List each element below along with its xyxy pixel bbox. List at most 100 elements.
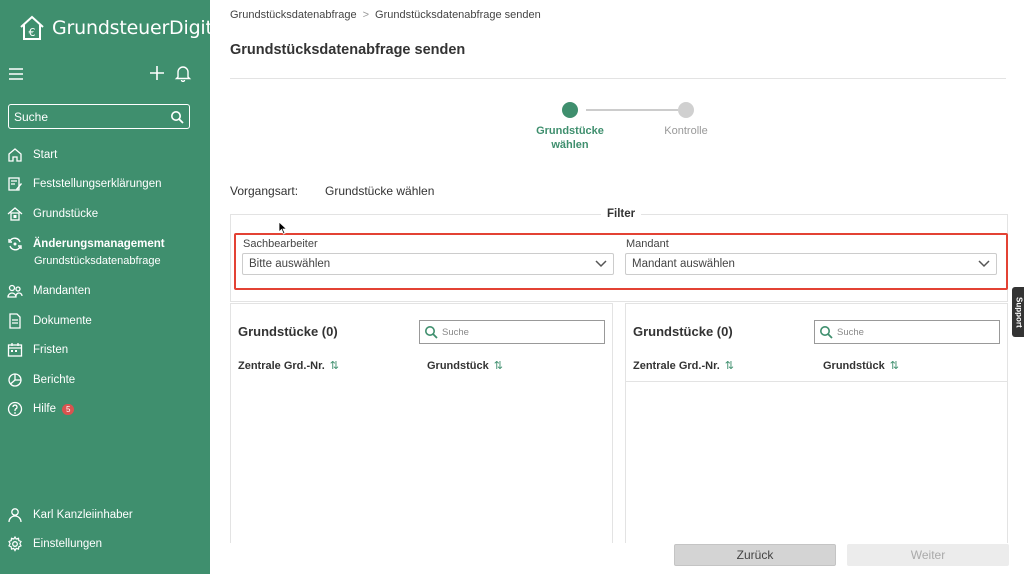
sidebar-item-fristen[interactable]: Fristen (0, 336, 210, 366)
sidebar-item-label: Mandanten (33, 285, 91, 298)
user-name: Karl Kanzleiinhaber (33, 508, 133, 521)
breadcrumb-current: Grundstücksdatenabfrage senden (375, 9, 541, 21)
divider (230, 78, 1006, 79)
search-icon (425, 326, 438, 339)
search-icon (820, 326, 833, 339)
grundstuecke-panel-left: Grundstücke (0) Suche Zentrale Grd.-Nr. … (230, 303, 613, 543)
sachbearbeiter-select[interactable]: Bitte auswählen (242, 253, 614, 275)
sort-icon[interactable]: ⇅ (890, 359, 899, 372)
sidebar-nav: Start Feststellungserklärungen Grundstüc… (0, 140, 210, 424)
next-button[interactable]: Weiter (847, 544, 1009, 566)
sidebar-item-einstellungen[interactable]: Einstellungen (0, 530, 210, 560)
sidebar-item-aenderungsmanagement[interactable]: Änderungsmanagement (0, 233, 210, 255)
step-2-label: Kontrolle (664, 125, 708, 137)
chevron-down-icon (978, 260, 990, 268)
refresh-icon (8, 237, 22, 250)
sidebar-item-label: Grundstücksdatenabfrage (34, 254, 161, 267)
column-header-zentrale-nr[interactable]: Zentrale Grd.-Nr. ⇅ (633, 359, 734, 373)
sidebar-item-label: Änderungsmanagement (33, 237, 165, 250)
breadcrumb-separator: > (362, 9, 370, 21)
sachbearbeiter-select-value: Bitte auswählen (249, 258, 331, 270)
table-header-divider (626, 381, 1007, 382)
calendar-icon (7, 343, 23, 357)
breadcrumb-parent[interactable]: Grundstücksdatenabfrage (230, 9, 357, 21)
mandant-select-value: Mandant auswählen (632, 258, 735, 270)
vorgangsart-label: Vorgangsart: (230, 184, 299, 198)
column-header-label: Zentrale Grd.-Nr. (238, 359, 325, 372)
edit-document-icon (8, 177, 22, 191)
sidebar-item-feststellungserklaerungen[interactable]: Feststellungserklärungen (0, 170, 210, 200)
page-title: Grundstücksdatenabfrage senden (230, 42, 466, 58)
vorgangsart-value: Grundstücke wählen (325, 184, 435, 198)
sidebar-item-label: Grundstücke (33, 207, 99, 220)
column-header-grundstueck[interactable]: Grundstück ⇅ (427, 359, 503, 373)
sidebar-item-label: Fristen (33, 344, 69, 357)
back-button[interactable]: Zurück (674, 544, 836, 566)
house-euro-icon: € (20, 15, 44, 40)
bell-icon[interactable] (174, 64, 192, 82)
help-icon (7, 402, 23, 417)
sidebar-item-berichte[interactable]: Berichte (0, 365, 210, 395)
sidebar-item-label: Start (33, 148, 58, 161)
people-icon (7, 285, 23, 298)
logo[interactable]: € GrundsteuerDigital (18, 14, 229, 42)
grundstuecke-panel-right: Grundstücke (0) Suche Zentrale Grd.-Nr. … (625, 303, 1008, 543)
column-header-zentrale-nr[interactable]: Zentrale Grd.-Nr. ⇅ (238, 359, 339, 373)
panel-search-input[interactable]: Suche (419, 320, 605, 344)
column-header-grundstueck[interactable]: Grundstück ⇅ (823, 359, 899, 373)
mandant-select[interactable]: Mandant auswählen (625, 253, 997, 275)
stepper: Grundstücke wählen Kontrolle (210, 100, 1024, 160)
sidebar-search-label: Suche (14, 109, 49, 124)
sidebar-item-label: Feststellungserklärungen (33, 178, 162, 191)
sidebar: € GrundsteuerDigital Suche Start Festste… (0, 0, 229, 574)
sidebar-search-input[interactable]: Suche (8, 104, 190, 129)
sachbearbeiter-label: Sachbearbeiter (243, 238, 318, 250)
mandant-label: Mandant (626, 238, 669, 250)
sort-icon[interactable]: ⇅ (725, 359, 734, 372)
home-icon (8, 147, 22, 162)
step-1-label-line2: wählen (551, 139, 589, 151)
stepper-connector (586, 109, 678, 111)
mouse-cursor-icon (278, 221, 288, 235)
sidebar-item-mandanten[interactable]: Mandanten (0, 277, 210, 307)
sidebar-item-grundstuecke[interactable]: Grundstücke (0, 199, 210, 229)
column-header-label: Grundstück (823, 359, 885, 372)
svg-text:€: € (29, 26, 36, 39)
sidebar-item-label: Berichte (33, 373, 76, 386)
chevron-down-icon (595, 260, 607, 268)
pie-chart-icon (8, 373, 22, 387)
support-tab[interactable]: Support (1012, 287, 1024, 337)
breadcrumb: Grundstücksdatenabfrage > Grundstücksdat… (230, 9, 541, 21)
panel-search-input[interactable]: Suche (814, 320, 1000, 344)
panel-title: Grundstücke (0) (238, 324, 338, 339)
gear-icon (8, 536, 22, 552)
sidebar-item-label: Hilfe (33, 403, 57, 416)
column-header-label: Grundstück (427, 359, 489, 372)
column-header-label: Zentrale Grd.-Nr. (633, 359, 720, 372)
sort-icon[interactable]: ⇅ (494, 359, 503, 372)
sort-icon[interactable]: ⇅ (330, 359, 339, 372)
notification-badge: 5 (62, 403, 75, 415)
sidebar-item-hilfe[interactable]: Hilfe 5 (0, 395, 210, 425)
panel-search-placeholder: Suche (442, 326, 469, 338)
document-icon (9, 313, 21, 329)
sidebar-item-label: Einstellungen (33, 538, 103, 551)
panel-search-placeholder: Suche (837, 326, 864, 338)
step-1-label: Grundstücke wählen (520, 125, 620, 151)
sidebar-item-start[interactable]: Start (0, 140, 210, 170)
user-profile[interactable]: Karl Kanzleiinhaber (0, 500, 210, 530)
filter-title: Filter (601, 208, 642, 220)
logo-text: GrundsteuerDigital (52, 17, 230, 39)
step-2-dot (678, 102, 694, 118)
search-icon[interactable] (170, 110, 184, 124)
sidebar-item-dokumente[interactable]: Dokumente (0, 306, 210, 336)
sidebar-item-label: Dokumente (33, 314, 92, 327)
panel-title: Grundstücke (0) (633, 324, 733, 339)
step-1-label-line1: Grundstücke (536, 125, 604, 137)
menu-icon[interactable] (8, 66, 24, 82)
step-1-dot (562, 102, 578, 118)
main-content: Grundstücksdatenabfrage > Grundstücksdat… (210, 0, 1024, 574)
user-icon (8, 507, 22, 522)
plus-icon[interactable] (148, 64, 166, 82)
sidebar-subitem-grundstuecksdatenabfrage[interactable]: Grundstücksdatenabfrage (0, 255, 210, 277)
